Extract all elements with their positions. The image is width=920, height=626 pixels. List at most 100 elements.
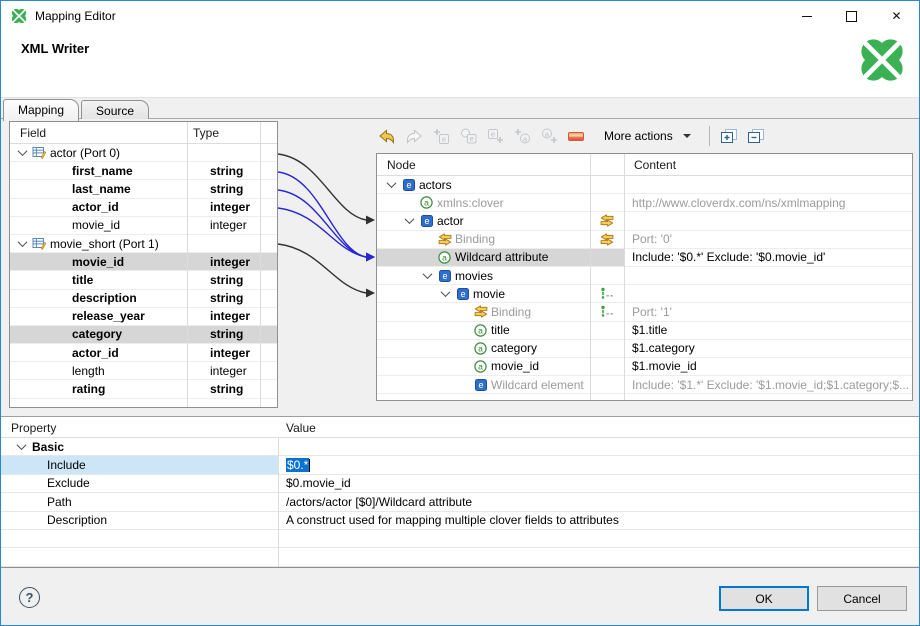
property-row-description[interactable]: Description A construct used for mapping … (1, 512, 920, 530)
expander[interactable] (401, 217, 418, 224)
property-label: Description (47, 513, 107, 527)
field-table-row[interactable]: descriptionstring (10, 290, 277, 308)
field-label: last_name (70, 182, 131, 196)
tree-row-actor[interactable]: eactor (377, 212, 912, 230)
property-label: Exclude (47, 476, 90, 490)
tree-row-movies[interactable]: emovies (377, 267, 912, 285)
chevron-down-icon (387, 178, 397, 188)
field-table-row[interactable]: actor_idinteger (10, 344, 277, 362)
expander[interactable] (14, 240, 31, 247)
dropdown-arrow-icon (683, 134, 691, 138)
field-table-port-row[interactable]: actor (Port 0) (10, 144, 277, 162)
wrap-in-element-icon: e (460, 128, 477, 144)
maximize-button[interactable] (829, 1, 874, 31)
value-cell[interactable]: /actors/actor [$0]/Wildcard attribute (278, 493, 920, 510)
property-name-cell[interactable]: Path (1, 493, 278, 510)
field-table-row[interactable]: first_namestring (10, 162, 277, 180)
add-child-attribute-button[interactable]: a (511, 124, 533, 148)
tree-row-movie-id[interactable]: amovie_id $1.movie_id (377, 358, 912, 376)
expander[interactable] (419, 272, 436, 279)
content-cell[interactable]: Include: '$0.*' Exclude: '$0.movie_id' (624, 249, 912, 266)
binding-indicator-cell (590, 303, 624, 320)
node-label: category (489, 341, 537, 355)
content-cell[interactable]: Port: '1' (624, 303, 912, 320)
content-cell[interactable]: Include: '$1.*' Exclude: '$1.movie_id;$1… (624, 376, 912, 393)
tree-row-actors[interactable]: eactors (377, 176, 912, 194)
add-sibling-element-button[interactable]: e (484, 124, 506, 148)
tab-mapping[interactable]: Mapping (3, 99, 79, 121)
node-cell: atitle (377, 322, 590, 339)
collapse-all-button[interactable] (745, 124, 767, 148)
value-cell[interactable]: $0.* (278, 456, 920, 473)
property-name-cell[interactable]: Description (1, 512, 278, 529)
content-cell[interactable] (624, 212, 912, 229)
tree-row-binding[interactable]: BindingPort: '0' (377, 231, 912, 249)
content-cell[interactable]: http://www.cloverdx.com/ns/xmlmapping (624, 194, 912, 211)
svg-text:e: e (469, 134, 473, 143)
content-cell[interactable]: $1.movie_id (624, 358, 912, 375)
content-text: Port: '0' (632, 232, 672, 246)
expander[interactable] (13, 443, 30, 450)
tree-row-wildcard-attribute[interactable]: aWildcard attributeInclude: '$0.*' Exclu… (377, 249, 912, 267)
content-cell[interactable]: Port: '0' (624, 231, 912, 248)
field-table-header: Field Type (10, 122, 277, 144)
field-table-row[interactable]: movie_idinteger (10, 253, 277, 271)
type-label: string (210, 291, 243, 305)
node-label: actor (435, 214, 464, 228)
content-cell[interactable] (624, 285, 912, 302)
more-actions-button[interactable]: More actions (598, 127, 697, 145)
property-group-row[interactable]: Basic (1, 438, 920, 456)
value-text: /actors/actor [$0]/Wildcard attribute (286, 495, 472, 509)
close-button[interactable]: ✕ (874, 1, 919, 31)
tree-row-wildcard-element[interactable]: eWildcard elementInclude: '$1.*' Exclude… (377, 376, 912, 394)
value-cell[interactable]: A construct used for mapping multiple cl… (278, 512, 920, 529)
tree-row-movie[interactable]: emovie (377, 285, 912, 303)
property-name-cell[interactable]: Include (1, 456, 278, 473)
element-icon: e (457, 288, 469, 300)
tree-row-binding[interactable]: BindingPort: '1' (377, 303, 912, 321)
cancel-button[interactable]: Cancel (817, 586, 907, 611)
tree-row-title[interactable]: atitle $1.title (377, 322, 912, 340)
property-row-exclude[interactable]: Exclude $0.movie_id (1, 475, 920, 493)
map-arrow-button[interactable] (376, 124, 398, 148)
svg-text:a: a (442, 252, 447, 262)
field-cell: rating (10, 380, 204, 397)
content-cell[interactable]: $1.category (624, 340, 912, 357)
property-row-path[interactable]: Path/actors/actor [$0]/Wildcard attribut… (1, 493, 920, 511)
field-table-row[interactable]: actor_idinteger (10, 199, 277, 217)
field-table-row[interactable]: categorystring (10, 326, 277, 344)
tree-row-xmlns-clover[interactable]: axmlns:cloverhttp://www.cloverdx.com/ns/… (377, 194, 912, 212)
wrap-in-element-button[interactable]: e (457, 124, 479, 148)
expander[interactable] (437, 290, 454, 297)
expand-all-button[interactable] (718, 124, 740, 148)
type-cell (204, 144, 277, 161)
ok-button[interactable]: OK (719, 586, 809, 611)
value-cell[interactable]: $0.movie_id (278, 475, 920, 492)
binding-key-icon (600, 305, 614, 318)
minimize-button[interactable] (784, 1, 829, 31)
unmap-arrow-button[interactable] (403, 124, 425, 148)
field-table-row[interactable]: lengthinteger (10, 362, 277, 380)
dialog-header: XML Writer (1, 31, 919, 98)
field-table-row[interactable]: titlestring (10, 271, 277, 289)
expander[interactable] (14, 149, 31, 156)
content-cell[interactable]: $1.title (624, 322, 912, 339)
property-row-include[interactable]: Include$0.* (1, 456, 920, 474)
property-name-cell[interactable]: Exclude (1, 475, 278, 492)
field-table-row[interactable]: last_namestring (10, 180, 277, 198)
content-cell[interactable] (624, 176, 912, 193)
column-header-type: Type (193, 126, 219, 140)
content-cell[interactable] (624, 267, 912, 284)
field-table-port-row[interactable]: movie_short (Port 1) (10, 235, 277, 253)
help-button[interactable]: ? (19, 587, 40, 608)
field-table-row[interactable]: ratingstring (10, 380, 277, 398)
tab-source[interactable]: Source (81, 100, 149, 121)
node-cell: amovie_id (377, 358, 590, 375)
tree-row-category[interactable]: acategory$1.category (377, 340, 912, 358)
expander[interactable] (383, 181, 400, 188)
field-table-row[interactable]: release_yearinteger (10, 308, 277, 326)
add-child-element-button[interactable]: e (430, 124, 452, 148)
field-table-row[interactable]: movie_idinteger (10, 217, 277, 235)
add-sibling-attribute-button[interactable]: a (538, 124, 560, 148)
remove-node-button[interactable] (565, 124, 587, 148)
